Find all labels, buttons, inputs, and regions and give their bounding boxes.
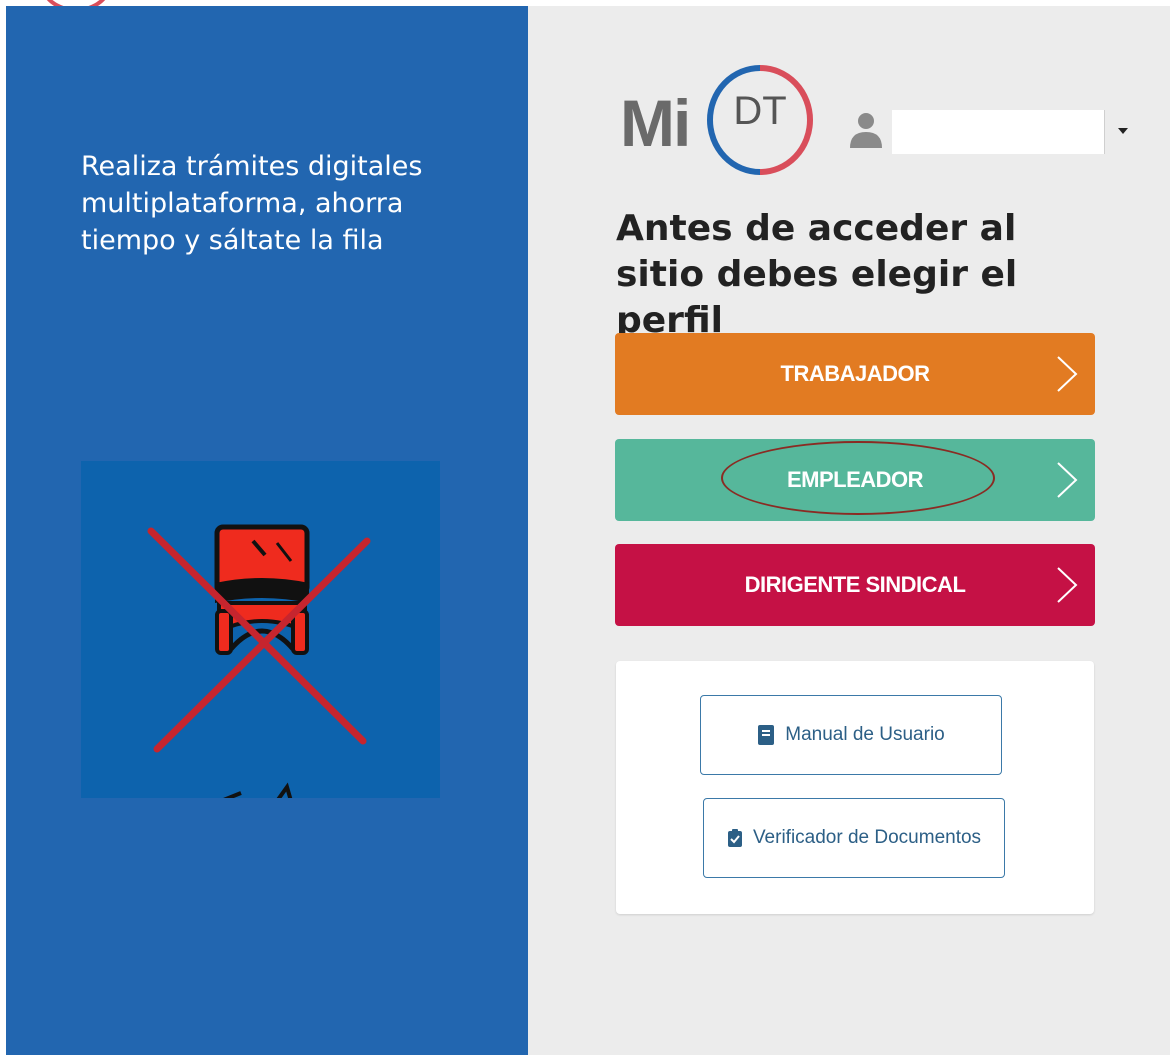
book-icon xyxy=(757,724,775,746)
clipboard-check-icon xyxy=(727,828,743,848)
links-card: Manual de Usuario Verificador de Documen… xyxy=(616,661,1094,914)
right-panel: Mi DT Antes de acceder al sitio debes el… xyxy=(528,6,1170,1055)
user-icon xyxy=(850,113,882,148)
chevron-right-icon xyxy=(1057,356,1078,392)
verificador-documentos-button[interactable]: Verificador de Documentos xyxy=(703,798,1005,878)
dirigente-label: DIRIGENTE SINDICAL xyxy=(744,572,966,597)
dirigente-sindical-button[interactable]: DIRIGENTE SINDICAL xyxy=(615,544,1095,626)
page-title: Antes de acceder al sitio debes elegir e… xyxy=(616,208,1018,341)
manual-usuario-button[interactable]: Manual de Usuario xyxy=(700,695,1002,775)
chevron-right-icon xyxy=(1057,567,1078,603)
chevron-down-icon[interactable] xyxy=(1118,128,1128,134)
verificador-documentos-label: Verificador de Documentos xyxy=(752,827,982,848)
brand-mi-text: Mi xyxy=(620,86,691,160)
left-panel: Realiza trámites digitales multiplatafor… xyxy=(6,6,528,1055)
tagline: Realiza trámites digitales multiplatafor… xyxy=(81,151,423,256)
chevron-right-icon xyxy=(1057,462,1078,498)
queue-illustration xyxy=(81,461,440,798)
trabajador-button[interactable]: TRABAJADOR xyxy=(615,333,1095,415)
empleador-label: EMPLEADOR xyxy=(786,467,924,492)
manual-usuario-label: Manual de Usuario xyxy=(785,724,945,745)
trabajador-label: TRABAJADOR xyxy=(780,361,931,386)
dt-logo-icon: DT xyxy=(707,65,813,175)
user-select[interactable] xyxy=(892,110,1105,154)
mi-dt-logo: Mi DT xyxy=(620,62,1140,182)
crossed-out-queue-chair-icon xyxy=(147,524,371,798)
empleador-button[interactable]: EMPLEADOR xyxy=(615,439,1095,521)
brand-dt-text: DT xyxy=(733,89,786,133)
